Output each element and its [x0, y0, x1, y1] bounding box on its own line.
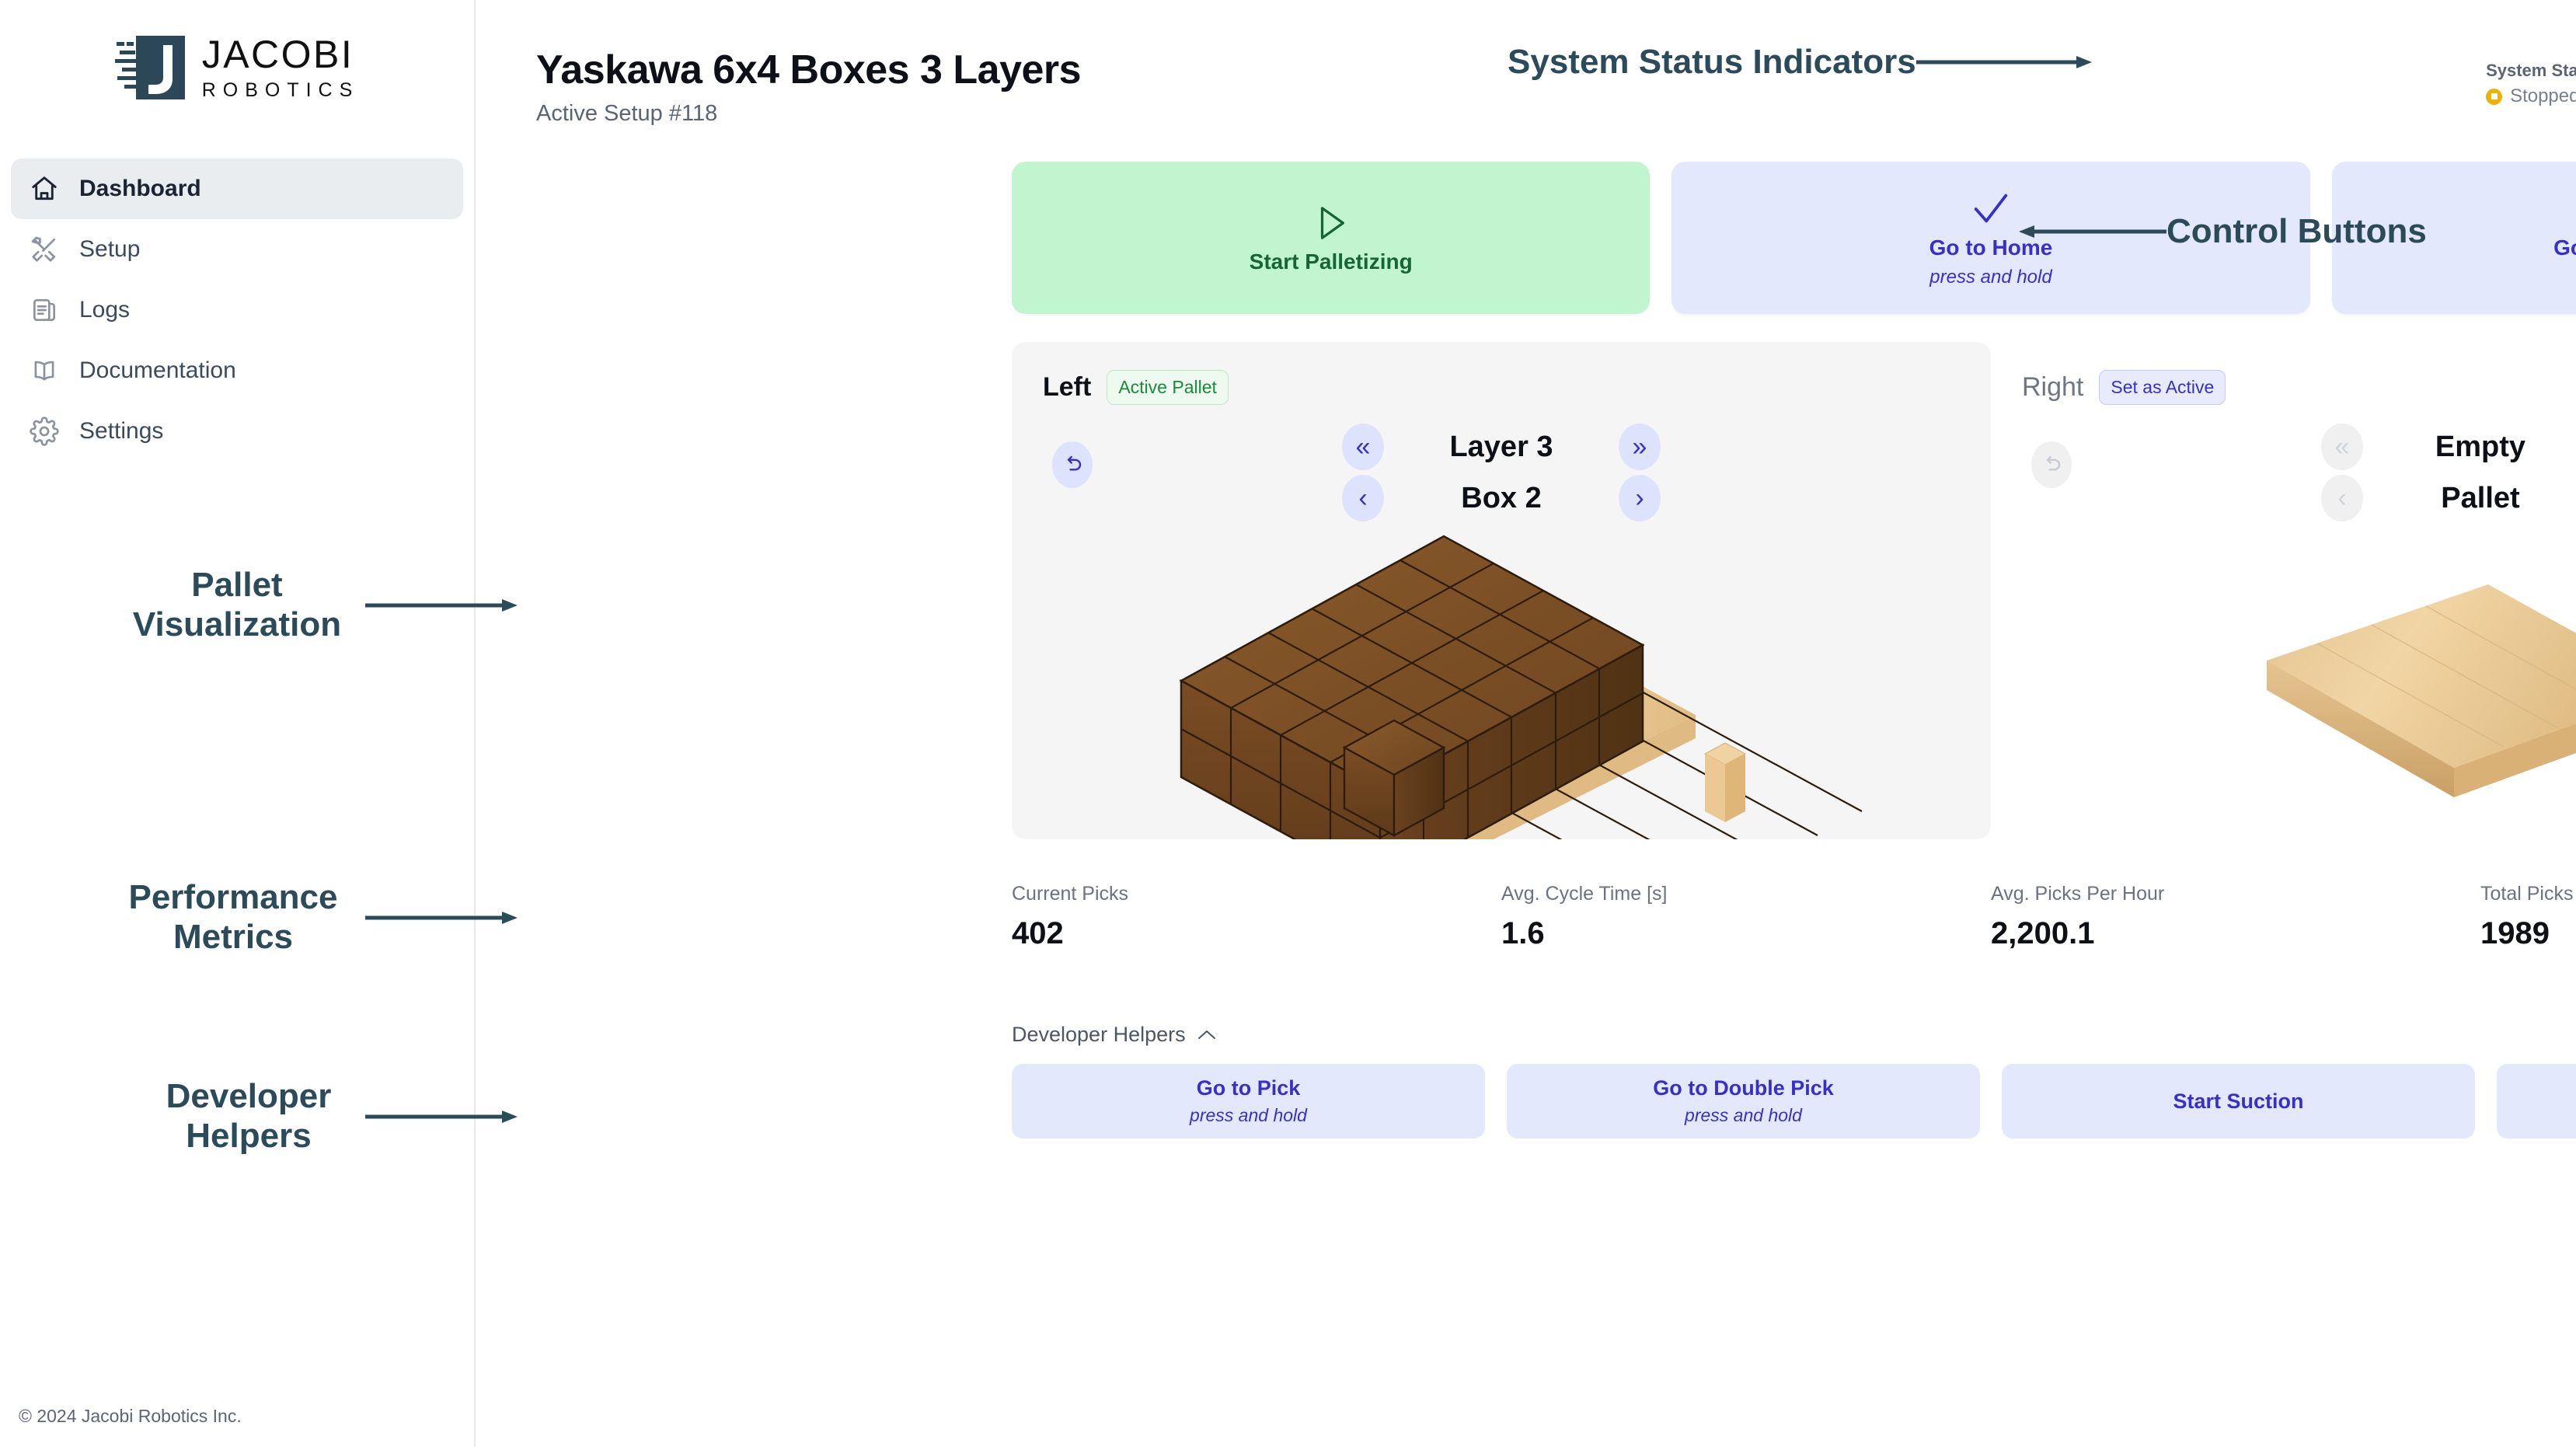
pallet-right-header: Right Set as Active	[1991, 342, 2576, 405]
copyright-text: © 2024 Jacobi Robotics Inc.	[19, 1406, 242, 1426]
jacobi-logo-icon	[114, 36, 185, 99]
sidebar-item-setup[interactable]: Setup	[11, 219, 463, 280]
sidebar-item-settings[interactable]: Settings	[11, 401, 463, 462]
metric-label: Total Picks	[2480, 883, 2574, 905]
layer-stepper: « Empty »	[2321, 424, 2576, 470]
status-dot-amber	[2486, 88, 2503, 105]
layer-next-button[interactable]: »	[1619, 424, 1661, 470]
active-pallet-badge: Active Pallet	[1107, 370, 1229, 405]
pallet-right-name: Right	[2022, 372, 2084, 402]
metric-current-picks: Current Picks 402	[1012, 883, 1501, 951]
sidebar-item-label: Settings	[79, 418, 164, 444]
main-content: Yaskawa 6x4 Boxes 3 Layers Active Setup …	[476, 0, 2576, 1447]
set-as-active-button[interactable]: Set as Active	[2099, 370, 2226, 405]
brand-name: JACOBI	[201, 33, 354, 76]
content-region: Start Palletizing Go to Home press and h…	[476, 162, 2576, 1138]
metric-avg-picks-per-hour: Avg. Picks Per Hour 2,200.1	[1991, 883, 2480, 951]
book-icon	[30, 356, 59, 385]
performance-metrics: Current Picks 402 Avg. Cycle Time [s] 1.…	[1012, 883, 2576, 951]
sidebar-item-label: Documentation	[79, 357, 236, 383]
dev-button-label: Go to Pick	[1196, 1076, 1301, 1100]
dev-button-hint: press and hold	[1190, 1105, 1307, 1125]
box-prev-button: ‹	[2321, 475, 2363, 521]
undo-icon[interactable]	[1052, 441, 1093, 488]
dev-button-label: Go to Double Pick	[1653, 1076, 1834, 1100]
control-button-label: Go to Home	[1929, 235, 2053, 260]
pallet-panel-right: Right Set as Active « Empty »	[1991, 342, 2576, 839]
metric-value: 2,200.1	[1991, 916, 2095, 950]
stop-suction-button[interactable]: Stop Suction	[2497, 1064, 2576, 1138]
layer-prev-button: «	[2321, 424, 2363, 470]
chevron-up-icon	[1197, 1023, 1217, 1047]
developer-helpers-row: Go to Pick press and hold Go to Double P…	[1012, 1064, 2576, 1138]
empty-pallet-label-line1: Empty	[2435, 431, 2526, 463]
status-label: Stopped	[2510, 85, 2576, 106]
tools-icon	[30, 235, 59, 264]
page-header: Yaskawa 6x4 Boxes 3 Layers Active Setup …	[476, 23, 2576, 155]
box-value: Box 2	[1461, 481, 1542, 514]
start-suction-button[interactable]: Start Suction	[2002, 1064, 2475, 1138]
metric-label: Avg. Cycle Time [s]	[1501, 883, 1668, 905]
left-pallet-3d-view[interactable]	[1012, 521, 1991, 839]
layer-stepper: « Layer 3 »	[1342, 424, 1661, 470]
sidebar: JACOBI ROBOTICS Dashboard Setup Logs Doc…	[0, 0, 476, 1447]
dev-button-label: Start Suction	[2173, 1089, 2304, 1113]
status-group-title: System State	[2486, 61, 2576, 80]
box-stepper: ‹ Pallet ›	[2321, 475, 2576, 521]
right-pallet-3d-view[interactable]	[1991, 521, 2576, 839]
layer-value: Layer 3	[1449, 430, 1553, 463]
metric-total-picks: Total Picks 1989	[2480, 883, 2576, 951]
metric-value: 1989	[2480, 916, 2550, 950]
metric-avg-cycle-time: Avg. Cycle Time [s] 1.6	[1501, 883, 1991, 951]
go-to-maintenance-button[interactable]: Go to Maintenance press and hold	[2331, 162, 2576, 314]
pallet-left-header: Left Active Pallet	[1012, 342, 1991, 405]
status-row: Stopped	[2486, 85, 2576, 107]
layer-prev-button[interactable]: «	[1342, 424, 1384, 470]
undo-icon	[2031, 441, 2072, 488]
page-subtitle: Active Setup #118	[536, 101, 718, 126]
app-root: JACOBI ROBOTICS Dashboard Setup Logs Doc…	[0, 0, 2576, 1447]
go-to-home-button[interactable]: Go to Home press and hold	[1671, 162, 2310, 314]
sidebar-item-label: Logs	[79, 297, 131, 323]
sidebar-item-dashboard[interactable]: Dashboard	[11, 159, 463, 219]
box-next-button[interactable]: ›	[1619, 475, 1661, 521]
brand-logo: JACOBI ROBOTICS	[0, 0, 474, 100]
developer-helpers-toggle[interactable]: Developer Helpers	[1012, 1023, 1217, 1047]
clipboard-icon	[30, 295, 59, 325]
sidebar-item-logs[interactable]: Logs	[11, 280, 463, 340]
pallet-right-stepper: « Empty » ‹ Pallet ›	[2321, 424, 2576, 521]
sidebar-item-documentation[interactable]: Documentation	[11, 340, 463, 401]
metric-label: Avg. Picks Per Hour	[1991, 883, 2165, 905]
go-to-double-pick-button[interactable]: Go to Double Pick press and hold	[1507, 1064, 1980, 1138]
control-button-hint: press and hold	[1929, 267, 2052, 288]
status-group-system-state: System State Stopped	[2486, 61, 2576, 110]
brand-sub: ROBOTICS	[201, 79, 360, 101]
empty-pallet-label-line2: Pallet	[2441, 482, 2520, 514]
system-status-indicators: System State Stopped Pallet ✓ Left ✓ Rig…	[2486, 61, 2576, 160]
metric-label: Current Picks	[1012, 883, 1129, 905]
control-buttons-row: Start Palletizing Go to Home press and h…	[1012, 162, 2576, 314]
home-icon	[30, 174, 59, 204]
box-stepper: ‹ Box 2 ›	[1342, 475, 1661, 521]
dev-button-hint: press and hold	[1685, 1105, 1802, 1125]
go-to-pick-button[interactable]: Go to Pick press and hold	[1012, 1064, 1485, 1138]
box-prev-button[interactable]: ‹	[1342, 475, 1384, 521]
metric-value: 402	[1012, 916, 1064, 950]
pallet-left-name: Left	[1043, 372, 1092, 402]
control-button-label: Start Palletizing	[1249, 249, 1413, 274]
control-button-label: Go to Maintenance	[2553, 235, 2576, 260]
sidebar-item-label: Dashboard	[79, 176, 201, 201]
play-icon	[1313, 201, 1349, 245]
pallet-panel-left: Left Active Pallet « Layer 3 » ‹ Box 2 ›	[1012, 342, 1991, 839]
sidebar-item-label: Setup	[79, 236, 141, 262]
sidebar-nav: Dashboard Setup Logs Documentation Setti…	[0, 159, 474, 462]
metric-value: 1.6	[1501, 916, 1545, 950]
pallet-left-stepper: « Layer 3 » ‹ Box 2 ›	[1342, 424, 1661, 521]
start-palletizing-button[interactable]: Start Palletizing	[1012, 162, 1651, 314]
developer-helpers-title: Developer Helpers	[1012, 1023, 1186, 1046]
page-title: Yaskawa 6x4 Boxes 3 Layers	[536, 47, 1082, 92]
pallet-visualization: Left Active Pallet « Layer 3 » ‹ Box 2 ›…	[1012, 342, 2576, 839]
gear-icon	[30, 417, 59, 446]
check-icon	[1971, 187, 2010, 231]
